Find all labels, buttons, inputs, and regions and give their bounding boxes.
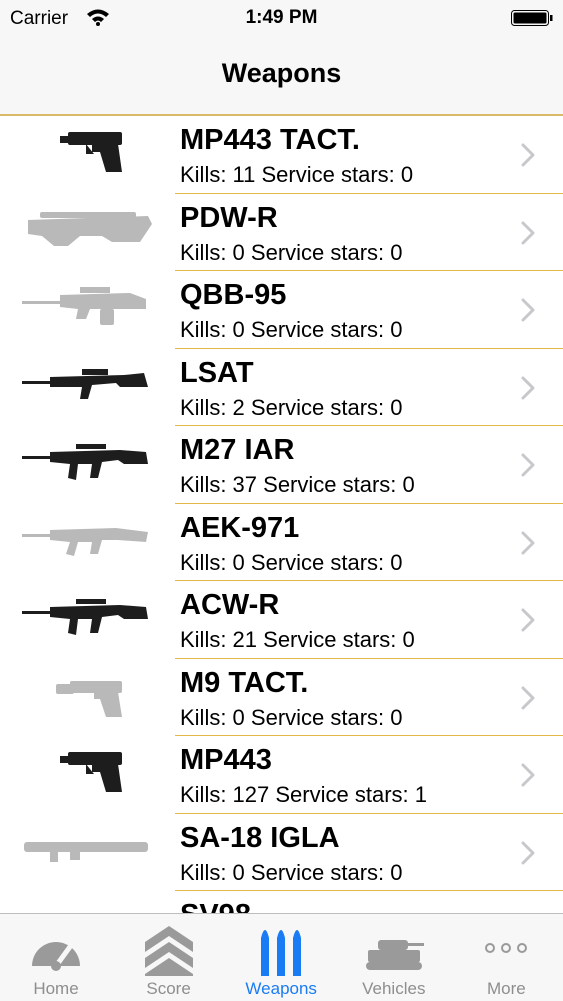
tab-weapons[interactable]: Weapons [225,914,337,1001]
weapon-name: PDW-R [180,201,278,234]
weapon-row[interactable]: M27 IAR Kills: 37 Service stars: 0 [0,426,563,504]
chevron-right-icon [521,686,535,709]
navigation-bar: Weapons [0,38,563,116]
chevron-rank-icon [144,926,193,976]
bullets-icon [261,930,302,976]
tab-vehicles[interactable]: Vehicles [338,914,450,1001]
more-dots-icon [485,943,528,953]
weapon-row[interactable]: SV98 [0,891,563,913]
weapon-name: M27 IAR [180,434,295,466]
weapon-thumbnail [24,841,148,862]
weapon-name: M9 TACT. [180,666,309,699]
weapon-stats: Kills: 11 Service stars: 0 [180,162,414,187]
weapon-name: QBB-95 [180,279,287,311]
weapon-name: SA-18 IGLA [180,821,340,854]
weapon-row[interactable]: MP443 Kills: 127 Service stars: 1 [0,736,563,814]
weapon-name: MP443 [180,744,272,776]
weapon-row[interactable]: LSAT Kills: 2 Service stars: 0 [0,349,563,427]
weapon-thumbnail [56,680,122,717]
page-title: Weapons [221,58,342,88]
chevron-right-icon [521,376,535,399]
chevron-right-icon [521,608,535,632]
gauge-icon [32,942,80,971]
tab-bar: Home Score Weapons Vehicles More [0,913,563,1001]
chevron-right-icon [521,143,535,167]
weapon-thumbnail [60,132,122,172]
weapon-name: LSAT [180,356,254,389]
weapon-row[interactable]: ACW-R Kills: 21 Service stars: 0 [0,581,563,659]
weapon-stats: Kills: 127 Service stars: 1 [180,782,427,807]
battery-icon [511,10,553,26]
weapon-stats: Kills: 0 Service stars: 0 [180,317,403,342]
weapon-thumbnail [22,368,148,399]
weapon-name: SV98 [180,899,251,913]
tab-more[interactable]: More [450,914,562,1001]
weapon-thumbnail [60,752,122,792]
weapon-stats: Kills: 0 Service stars: 0 [180,549,403,575]
tab-label: Vehicles [362,979,426,998]
weapon-stats: Kills: 2 Service stars: 0 [180,394,403,420]
weapon-stats: Kills: 0 Service stars: 0 [180,859,403,885]
tab-home[interactable]: Home [0,914,112,1001]
tank-icon [365,940,424,970]
weapon-thumbnail [28,211,152,246]
weapon-thumbnail [20,899,160,913]
weapon-row[interactable]: M9 TACT. Kills: 0 Service stars: 0 [0,659,563,737]
weapon-stats: Kills: 0 Service stars: 0 [180,704,403,730]
weapon-thumbnail [22,599,148,635]
weapon-row[interactable]: QBB-95 Kills: 0 Service stars: 0 [0,271,563,349]
chevron-right-icon [521,298,535,322]
weapon-row[interactable]: PDW-R Kills: 0 Service stars: 0 [0,194,563,272]
weapon-name: ACW-R [180,589,280,621]
tab-label: Score [146,979,191,998]
weapon-row[interactable]: AEK-971 Kills: 0 Service stars: 0 [0,504,563,582]
weapon-stats: Kills: 21 Service stars: 0 [180,627,415,652]
weapon-stats: Kills: 0 Service stars: 0 [180,239,403,265]
weapon-thumbnail [22,444,148,480]
weapon-thumbnail [22,527,148,556]
chevron-right-icon [521,531,535,554]
status-time: 1:49 PM [245,7,318,28]
weapon-list[interactable]: MP443 TACT. Kills: 11 Service stars: 0 PDW… [0,116,563,913]
chevron-right-icon [521,841,535,864]
weapon-name: MP443 TACT. [180,124,360,156]
status-bar: Carrier 1:49 PM [0,0,563,38]
weapon-name: AEK-971 [180,511,300,544]
chevron-right-icon [521,221,535,244]
tab-score[interactable]: Score [113,914,225,1001]
tab-label: More [487,979,526,998]
weapon-stats: Kills: 37 Service stars: 0 [180,472,415,497]
chevron-right-icon [521,453,535,477]
weapon-row[interactable]: MP443 TACT. Kills: 11 Service stars: 0 [0,116,563,194]
tab-label: Weapons [245,979,317,998]
tab-label: Home [33,979,79,998]
weapon-row[interactable]: SA-18 IGLA Kills: 0 Service stars: 0 [0,814,563,892]
chevron-right-icon [521,763,535,787]
weapon-thumbnail [22,287,146,325]
